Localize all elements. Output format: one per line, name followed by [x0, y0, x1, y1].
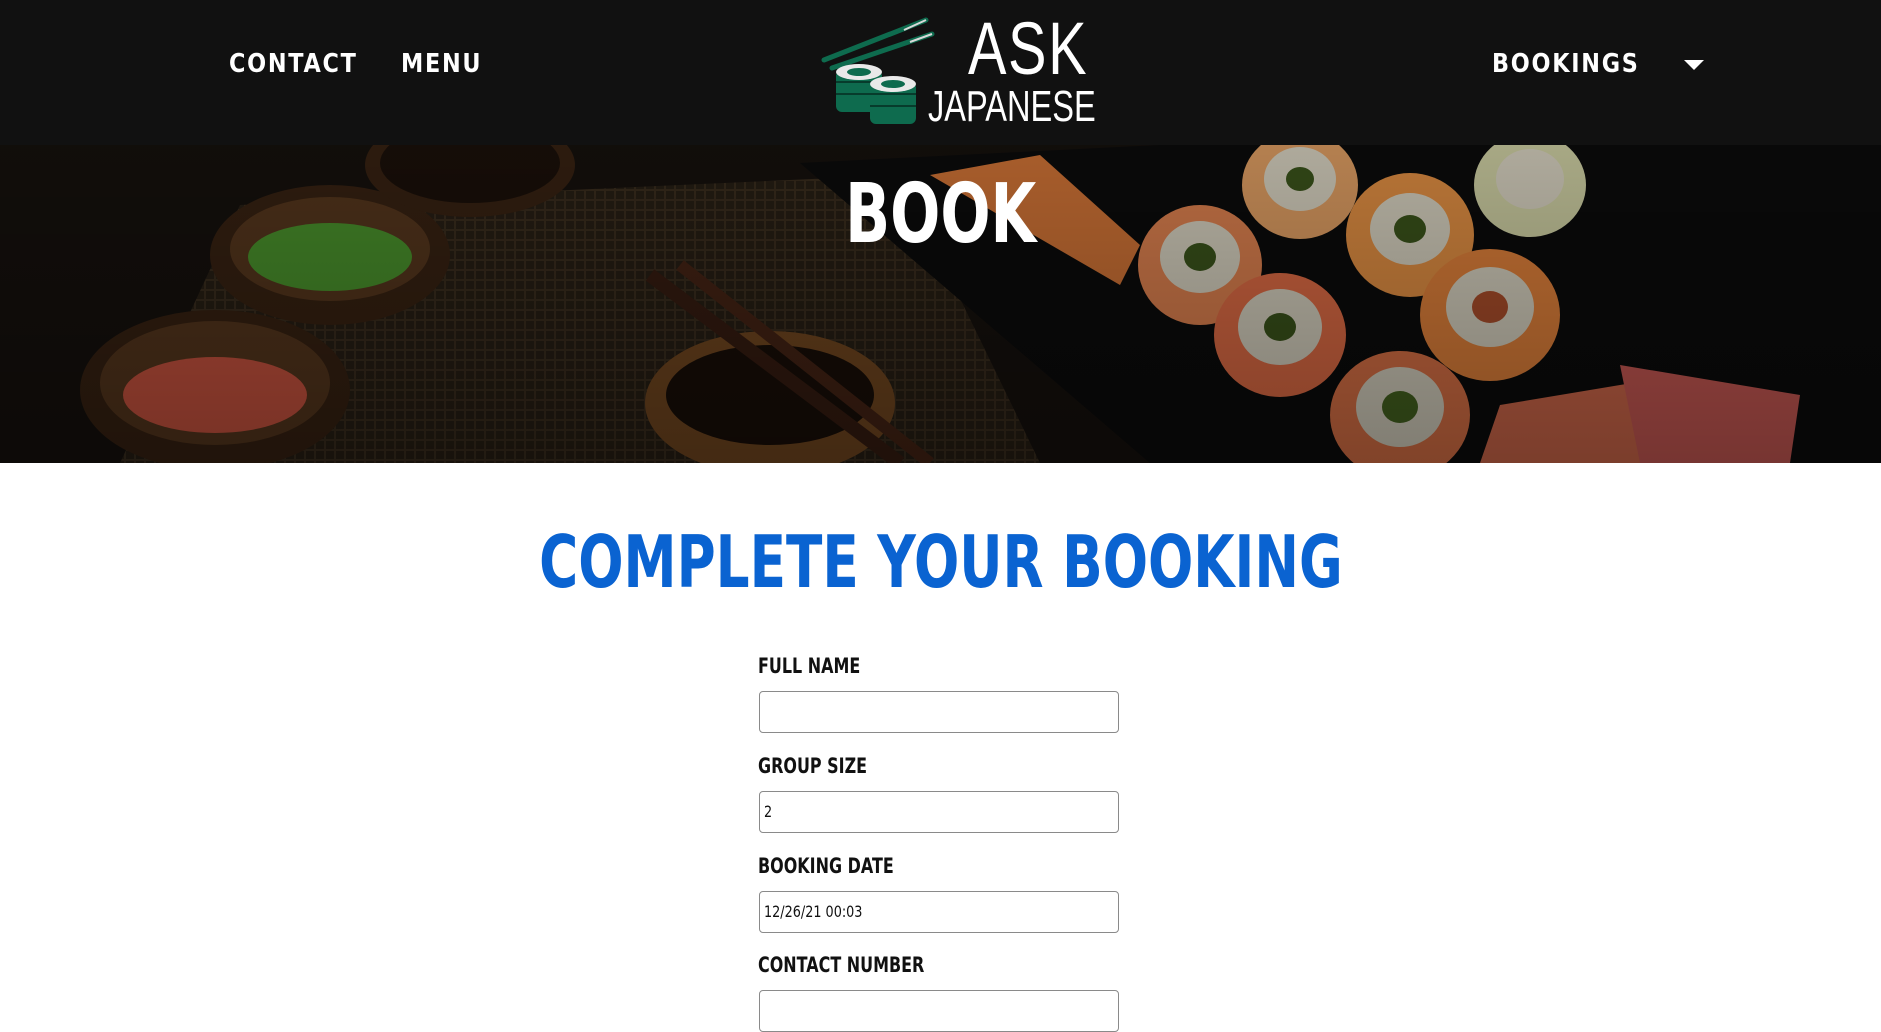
contact-number-label: CONTACT NUMBER — [758, 953, 925, 977]
caret-down-icon — [1683, 60, 1704, 70]
chopsticks-icon — [821, 17, 935, 71]
full-name-field[interactable] — [759, 691, 1119, 733]
bookings-dropdown[interactable]: BOOKINGS — [1492, 46, 1704, 82]
sushi-roll-icon — [836, 64, 916, 124]
hero-banner: BOOK — [0, 145, 1881, 463]
nav-menu-link[interactable]: MENU — [401, 46, 482, 82]
booking-form-title: COMPLETE YOUR BOOKING — [0, 520, 1881, 604]
group-size-field[interactable]: 2 — [759, 791, 1119, 833]
nav-contact-link[interactable]: CONTACT — [229, 46, 358, 82]
nav-links: CONTACT MENU — [229, 46, 495, 82]
logo-text-ask: ASK — [968, 7, 1089, 90]
booking-date-label: BOOKING DATE — [758, 854, 894, 878]
bookings-dropdown-label: BOOKINGS — [1492, 49, 1640, 79]
booking-date-value: 12/26/21 00:03 — [764, 902, 863, 921]
booking-form-title-text: COMPLETE YOUR BOOKING — [538, 520, 1343, 604]
logo-text-japanese: JAPANESE — [928, 82, 1096, 131]
hero-title-text: BOOK — [844, 167, 1037, 262]
contact-number-field[interactable] — [759, 990, 1119, 1032]
full-name-label: FULL NAME — [758, 654, 861, 678]
navbar: CONTACT MENU ASK JAPANESE BOOKINGS — [0, 0, 1881, 145]
logo[interactable]: ASK JAPANESE — [820, 10, 1096, 129]
hero-title: BOOK — [0, 169, 1881, 261]
group-size-label: GROUP SIZE — [758, 754, 868, 778]
group-size-value: 2 — [764, 802, 773, 821]
logo-graphic — [821, 17, 935, 124]
booking-date-field[interactable]: 12/26/21 00:03 — [759, 891, 1119, 933]
